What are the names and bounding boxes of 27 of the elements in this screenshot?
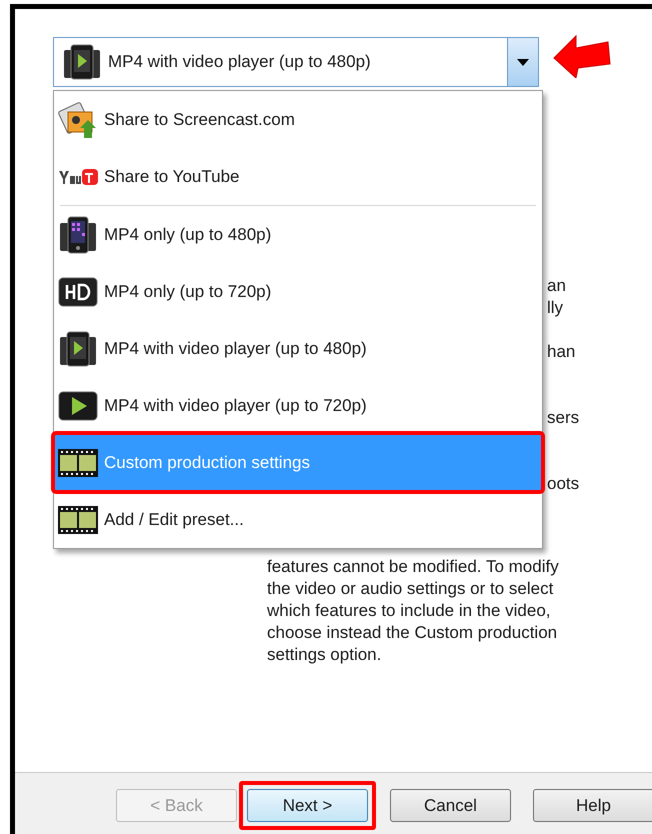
menu-item[interactable]: Add / Edit preset... (54, 491, 542, 548)
film-strip-icon (58, 506, 98, 534)
preset-dropdown[interactable]: MP4 with video player (up to 480p) (53, 37, 539, 87)
phones-play-icon (62, 42, 102, 82)
dropdown-value: MP4 with video player (up to 480p) (108, 52, 371, 72)
hd-icon (58, 276, 98, 308)
play-icon (58, 390, 98, 422)
description-fragment: oots (547, 473, 580, 495)
description-fragment: lly (547, 297, 564, 319)
phones-icon (58, 214, 98, 254)
wizard-button[interactable]: Next > (247, 789, 368, 822)
menu-item[interactable]: MP4 with video player (up to 480p) (54, 320, 542, 377)
menu-item[interactable]: MP4 with video player (up to 720p) (54, 377, 542, 434)
wizard-button[interactable]: Cancel (390, 789, 511, 822)
description-fragment: sers (547, 407, 580, 429)
description-text: features cannot be modified. To modify the video or audio settings or to select which features to include in the video, choose instead the Custom production settings option. (267, 556, 560, 666)
description-fragment: an (547, 275, 566, 297)
youtube-logo-icon (58, 168, 98, 186)
menu-item[interactable]: Share to YouTube (54, 148, 542, 205)
film-upload-icon (58, 100, 98, 140)
menu-item[interactable]: MP4 only (up to 720p) (54, 263, 542, 320)
menu-item[interactable]: Share to Screencast.com (54, 91, 542, 148)
description-fragment: han (547, 341, 576, 363)
film-strip-icon (58, 448, 98, 476)
phones-play-icon (58, 328, 98, 368)
wizard-button[interactable]: Help (533, 789, 652, 822)
menu-item[interactable]: MP4 only (up to 480p) (54, 206, 542, 263)
